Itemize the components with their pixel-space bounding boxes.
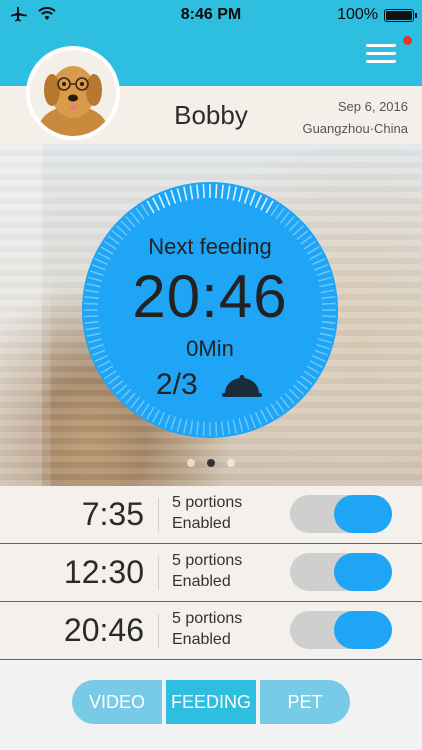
schedule-time: 12:30 [63,554,144,590]
status-bar: 8:46 PM 100% [0,0,422,30]
schedule-toggle[interactable] [290,611,392,649]
bottom-tab-bar: VIDEO FEEDING PET [72,680,350,726]
battery-percent: 100% [337,6,378,23]
countdown-minutes: 0Min [186,336,234,361]
tab-feeding[interactable]: FEEDING [166,680,256,724]
page-dot[interactable] [227,459,235,467]
schedule-status: Enabled [172,573,231,590]
schedule-time: 20:46 [63,612,144,648]
next-feeding-label: Next feeding [148,234,272,259]
schedule-row[interactable]: 12:30 5 portions Enabled [0,544,422,602]
schedule-portions: 5 portions [172,494,243,511]
tab-pet[interactable]: PET [260,680,350,724]
pet-avatar[interactable] [26,46,120,140]
schedule-toggle[interactable] [290,495,392,533]
next-feeding-time: 20:46 [132,263,288,330]
schedule-time: 7:35 [81,496,144,532]
schedule-status: Enabled [172,631,231,648]
schedule-row[interactable]: 7:35 5 portions Enabled [0,486,422,544]
battery-icon [384,8,417,22]
portions-count: 2/3 [156,368,198,401]
schedule-row[interactable]: 20:46 5 portions Enabled [0,602,422,660]
schedule-portions: 5 portions [172,610,243,627]
feeding-schedule-list: 7:35 5 portions Enabled 12:30 5 portions… [0,486,422,660]
page-dot[interactable] [207,459,215,467]
notification-dot [403,36,412,45]
schedule-portions: 5 portions [172,552,243,569]
profile-location: Guangzhou·China [302,121,408,136]
menu-button[interactable] [366,44,396,66]
next-feeding-panel[interactable]: Next feeding 20:46 0Min 2/3 [80,180,340,440]
page-indicator [0,459,422,467]
food-bowl-icon [222,375,262,397]
tab-video[interactable]: VIDEO [72,680,162,724]
schedule-status: Enabled [172,515,231,532]
page-dot[interactable] [187,459,195,467]
schedule-toggle[interactable] [290,553,392,591]
dog-photo [30,50,116,136]
profile-date: Sep 6, 2016 [337,99,408,114]
